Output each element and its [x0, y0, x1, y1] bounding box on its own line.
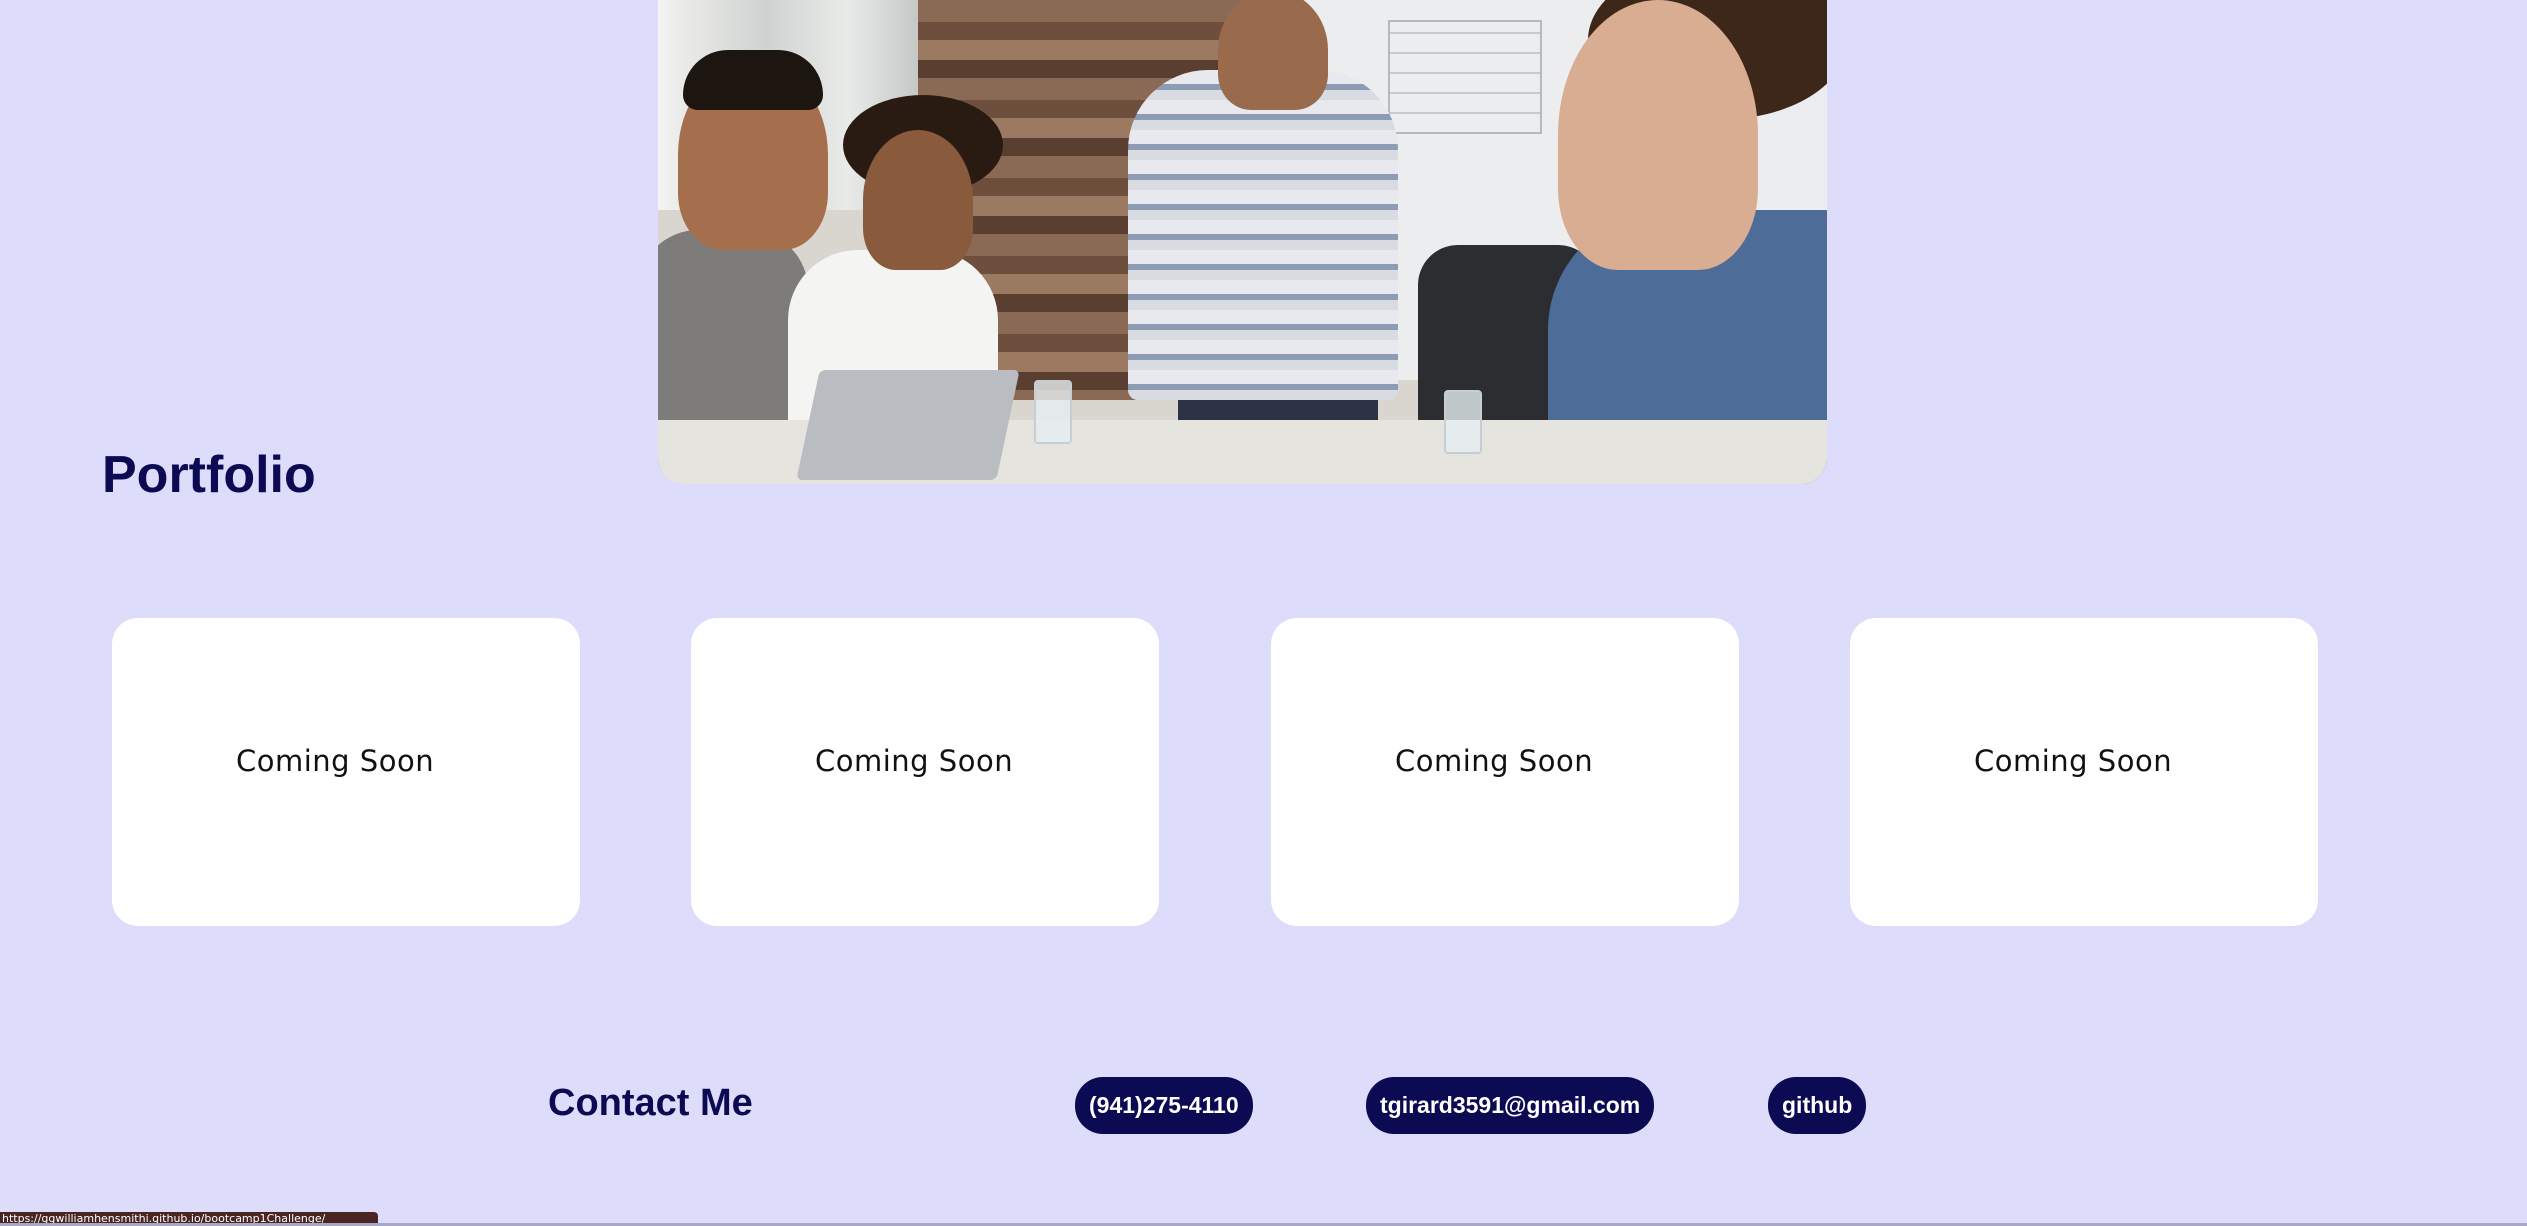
person-3-body [1128, 70, 1398, 400]
contact-heading: Contact Me [548, 1082, 753, 1124]
card-label: Coming Soon [236, 744, 435, 778]
portfolio-heading: Portfolio [102, 446, 316, 504]
person-2-head [863, 130, 973, 270]
person-4-head [1558, 0, 1758, 270]
card-label: Coming Soon [1974, 744, 2173, 778]
card-label: Coming Soon [815, 744, 1014, 778]
github-link[interactable]: github [1768, 1077, 1867, 1134]
phone-link[interactable]: (941)275-4110 [1075, 1077, 1253, 1134]
whiteboard-sketch [1388, 20, 1542, 134]
portfolio-card[interactable]: Coming Soon [112, 618, 580, 926]
portfolio-card[interactable]: Coming Soon [1850, 618, 2318, 926]
card-label: Coming Soon [1395, 744, 1594, 778]
portfolio-card[interactable]: Coming Soon [1271, 618, 1739, 926]
person-3-head [1218, 0, 1328, 110]
hero-image [658, 0, 1827, 484]
water-glass [1444, 390, 1482, 454]
page: Portfolio Coming Soon Coming Soon Coming… [0, 0, 2527, 1226]
laptop [796, 370, 1020, 480]
water-glass [1034, 380, 1072, 444]
person-1-hair [683, 50, 823, 110]
portfolio-card[interactable]: Coming Soon [691, 618, 1159, 926]
email-link[interactable]: tgirard3591@gmail.com [1366, 1077, 1655, 1134]
